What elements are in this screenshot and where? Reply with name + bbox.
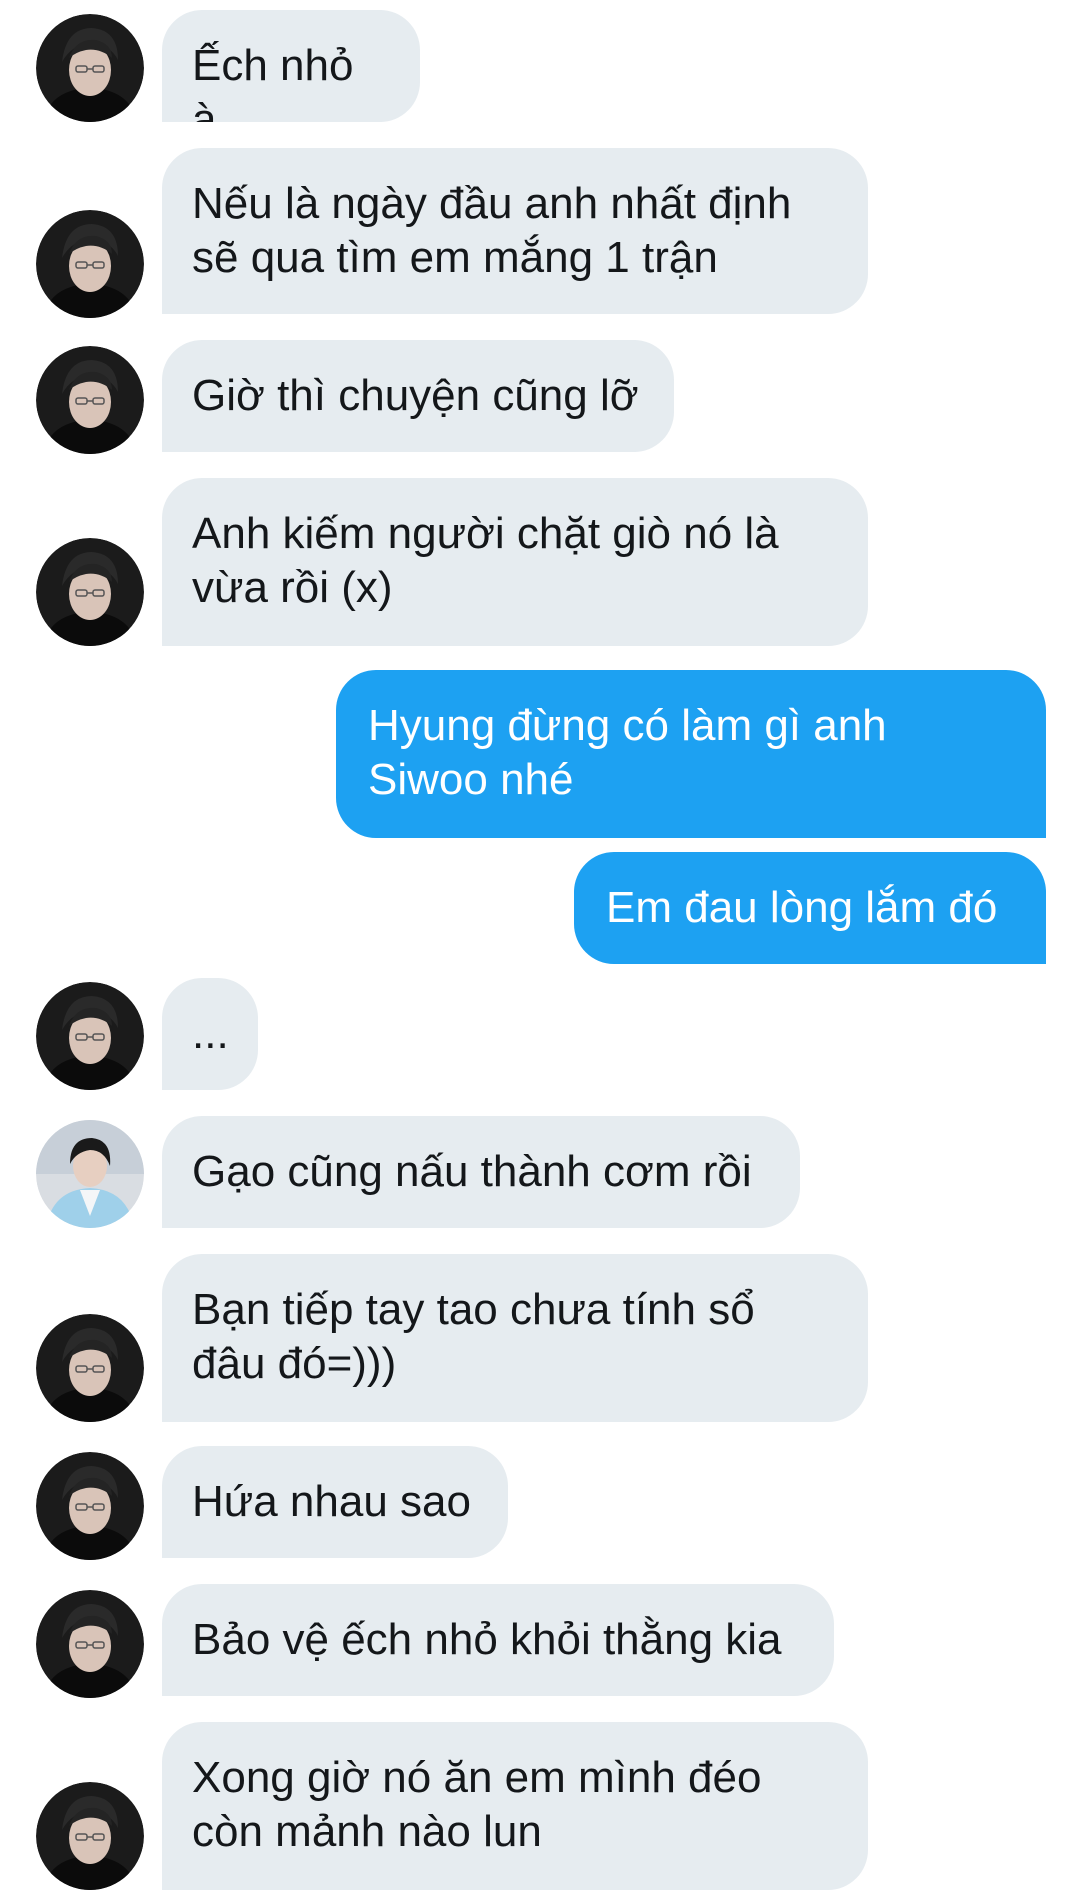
contact-avatar[interactable] [36,538,144,646]
dark-portrait-avatar [36,1782,144,1890]
dark-portrait-avatar [36,1452,144,1560]
dark-portrait-avatar [36,346,144,454]
message-bubble-incoming[interactable]: Anh kiếm người chặt giò nó là vừa rồi (x… [162,478,868,646]
contact-avatar[interactable] [36,1314,144,1422]
message-bubble-incoming[interactable]: Giờ thì chuyện cũng lỡ [162,340,674,452]
contact-avatar[interactable] [36,14,144,122]
contact-avatar[interactable] [36,982,144,1090]
contact-avatar[interactable] [36,1452,144,1560]
contact-avatar[interactable] [36,210,144,318]
message-bubble-incoming[interactable]: Nếu là ngày đầu anh nhất định sẽ qua tìm… [162,148,868,314]
message-bubble-incoming[interactable]: Hứa nhau sao [162,1446,508,1558]
message-bubble-incoming[interactable]: Bảo vệ ếch nhỏ khỏi thằng kia [162,1584,834,1696]
dark-portrait-avatar [36,982,144,1090]
dark-portrait-avatar [36,538,144,646]
contact-avatar[interactable] [36,346,144,454]
message-bubble-incoming[interactable]: Gạo cũng nấu thành cơm rồi [162,1116,800,1228]
dark-portrait-avatar [36,210,144,318]
contact-avatar[interactable] [36,1782,144,1890]
dark-portrait-avatar [36,1590,144,1698]
dark-portrait-avatar [36,1314,144,1422]
message-bubble-incoming[interactable]: Bạn tiếp tay tao chưa tính sổ đâu đó=))) [162,1254,868,1422]
dark-portrait-avatar [36,14,144,122]
chat-conversation: Ếch nhỏ à Nếu là ngày đầu anh nhất định … [0,0,1080,1895]
blue-hanbok-avatar [36,1120,144,1228]
contact-avatar[interactable] [36,1590,144,1698]
message-bubble-incoming[interactable]: ... [162,978,258,1090]
message-bubble-outgoing[interactable]: Hyung đừng có làm gì anh Siwoo nhé [336,670,1046,838]
message-bubble-incoming[interactable]: Xong giờ nó ăn em mình đéo còn mảnh nào … [162,1722,868,1890]
message-bubble-outgoing[interactable]: Em đau lòng lắm đó [574,852,1046,964]
contact-avatar[interactable] [36,1120,144,1228]
message-bubble-incoming[interactable]: Ếch nhỏ à [162,10,420,122]
